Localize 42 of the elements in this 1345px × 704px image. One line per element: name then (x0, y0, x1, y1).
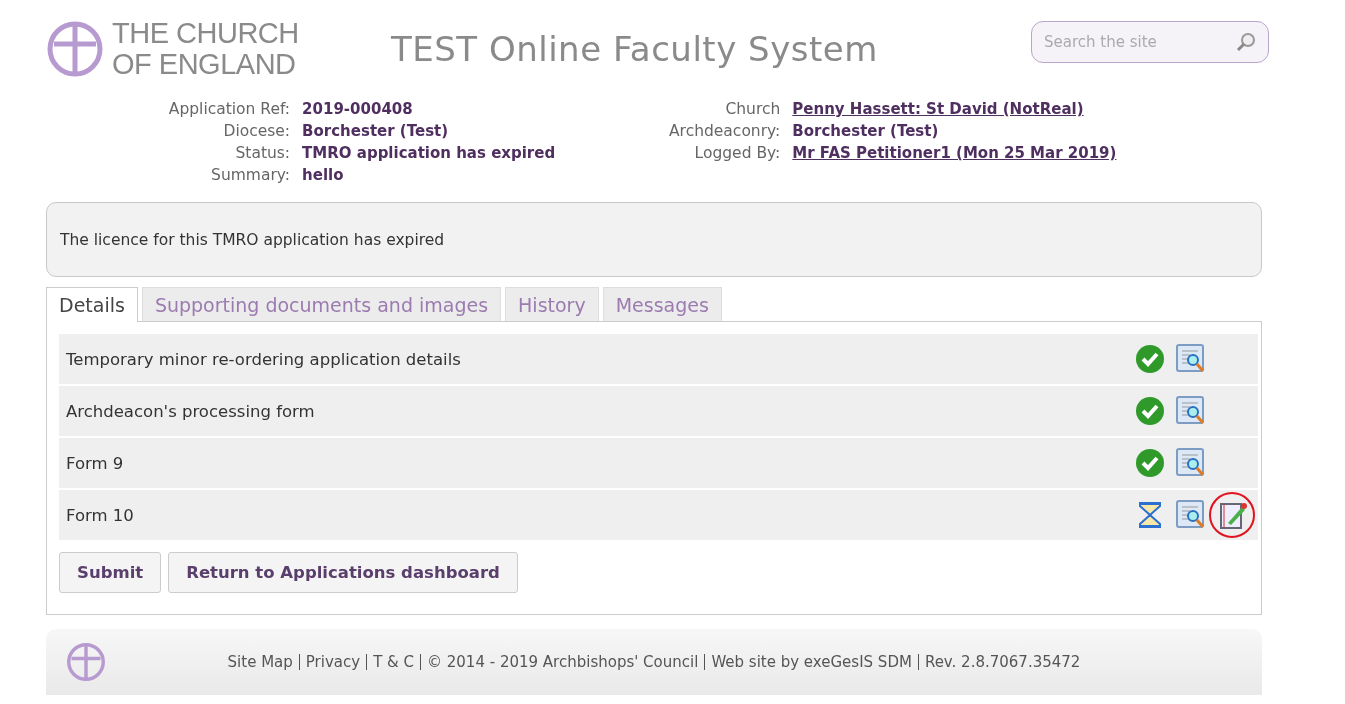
tab[interactable]: Details (46, 287, 138, 322)
field-label: Church (724, 100, 781, 118)
footer-link[interactable]: T & C (373, 653, 414, 671)
cross-logo-icon (66, 642, 106, 682)
value-link[interactable]: Mr FAS Petitioner1 (Mon 25 Mar 2019) (792, 144, 1117, 162)
view-document-icon[interactable] (1175, 343, 1207, 375)
value-link[interactable]: Penny Hassett: St David (NotReal) (792, 100, 1117, 118)
field-value: TMRO application has expired (302, 144, 557, 162)
field-label: Application Ref: (167, 100, 291, 118)
notice-text: The licence for this TMRO application has expired (60, 230, 445, 249)
view-document-icon[interactable] (1175, 395, 1207, 427)
field-label: Archdeaconry: (669, 122, 781, 140)
field-label: Diocese: (222, 122, 291, 140)
search-field[interactable]: Search the site (1031, 21, 1269, 63)
view-document-icon[interactable] (1175, 499, 1207, 531)
check-icon (1135, 396, 1165, 426)
view-document-icon[interactable] (1175, 447, 1207, 479)
form-name: Archdeacon's processing form (66, 401, 316, 421)
footer-text: Web site by exeGesIS SDM (711, 653, 912, 671)
logo-text: OF ENGLAND (112, 49, 297, 80)
field-label: Logged By: (693, 144, 781, 162)
footer-text: © 2014 - 2019 Archbishops' Council (427, 653, 699, 671)
logo-text: THE CHURCH (112, 18, 299, 49)
search-icon[interactable] (1235, 31, 1257, 53)
field-label: Status: (234, 144, 291, 162)
check-icon (1135, 448, 1165, 478)
footer-text: Rev. 2.8.7067.35472 (924, 653, 1081, 671)
footer-link[interactable]: Site Map (227, 653, 293, 671)
field-value: hello (302, 166, 345, 184)
footer-link[interactable]: Privacy (305, 653, 361, 671)
form-name: Form 10 (66, 505, 135, 525)
cross-logo-icon (46, 20, 104, 78)
form-name: Temporary minor re-ordering application details (66, 349, 462, 369)
field-label: Summary: (210, 166, 291, 184)
form-name: Form 9 (66, 453, 125, 473)
field-value: 2019-000408 (302, 100, 414, 118)
field-value: Borchester (Test) (792, 122, 940, 140)
return-button[interactable]: Return to Applications dashboard (168, 552, 518, 593)
submit-button[interactable]: Submit (59, 552, 162, 593)
check-icon (1135, 344, 1165, 374)
field-value: Borchester (Test) (302, 122, 450, 140)
site-title: TEST Online Faculty System (391, 29, 879, 69)
